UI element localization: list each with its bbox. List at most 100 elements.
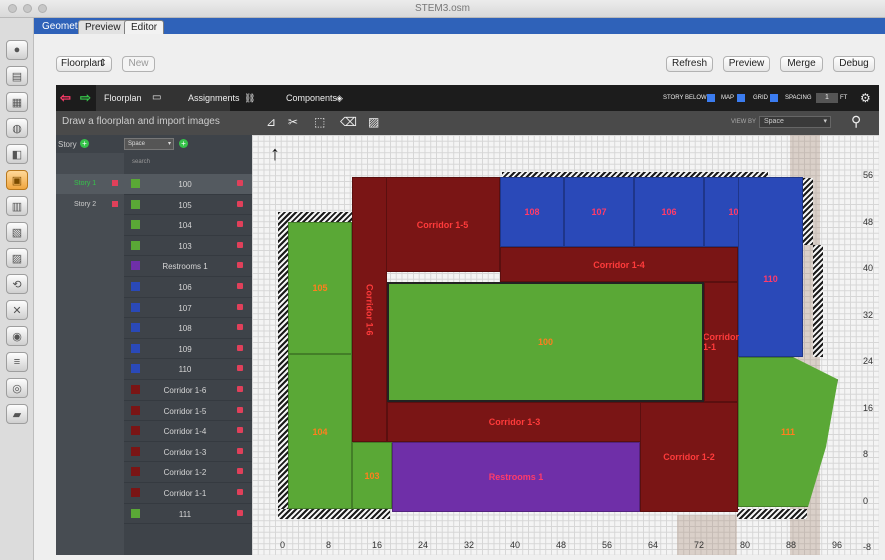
- space-restrooms-1[interactable]: Restrooms 1: [392, 442, 640, 512]
- loads-icon[interactable]: ◍: [6, 118, 28, 138]
- add-story-icon[interactable]: +: [80, 139, 89, 148]
- draw-rectangle-tool-icon[interactable]: ⊿: [266, 115, 276, 129]
- grid-checkbox[interactable]: [770, 94, 778, 102]
- delete-space-icon[interactable]: [237, 221, 243, 228]
- space-corridor-1-2[interactable]: Corridor 1-2: [640, 402, 738, 512]
- delete-space-icon[interactable]: [237, 262, 243, 269]
- space-list-item[interactable]: 109: [124, 339, 252, 360]
- space-list-item[interactable]: Corridor 1-6: [124, 380, 252, 401]
- delete-space-icon[interactable]: [237, 241, 243, 248]
- delete-space-icon[interactable]: [237, 180, 243, 186]
- geometry-icon[interactable]: ▣: [6, 170, 28, 190]
- space-list-item[interactable]: 106: [124, 277, 252, 298]
- add-space-icon[interactable]: +: [179, 139, 188, 148]
- space-list-item[interactable]: 103: [124, 236, 252, 257]
- merge-button[interactable]: Merge: [780, 56, 823, 72]
- hvac-systems-icon[interactable]: ⟲: [6, 274, 28, 294]
- spaces-icon[interactable]: ▧: [6, 222, 28, 242]
- space-list-item[interactable]: 100: [124, 174, 252, 195]
- delete-space-icon[interactable]: [237, 386, 243, 392]
- space-list-item[interactable]: Restrooms 1: [124, 256, 252, 277]
- space-106[interactable]: 106: [634, 177, 704, 247]
- debug-button[interactable]: Debug: [833, 56, 875, 72]
- space-corridor-1-3[interactable]: Corridor 1-3: [387, 402, 642, 442]
- space-list-item[interactable]: 111: [124, 504, 252, 525]
- delete-space-icon[interactable]: [237, 283, 243, 289]
- facility-icon[interactable]: ▥: [6, 196, 28, 216]
- delete-space-icon[interactable]: [237, 468, 243, 475]
- space-list-item[interactable]: 110: [124, 359, 252, 380]
- delete-space-icon[interactable]: [237, 406, 243, 413]
- space-types-icon[interactable]: ◧: [6, 144, 28, 164]
- space-105[interactable]: 105: [288, 222, 352, 354]
- x-tick-label: 64: [648, 540, 659, 550]
- delete-space-icon[interactable]: [237, 489, 243, 495]
- undo-arrow-icon[interactable]: ⇦: [60, 85, 71, 111]
- eraser-tool-icon[interactable]: ⌫: [340, 115, 357, 129]
- space-list-item[interactable]: Corridor 1-3: [124, 442, 252, 463]
- constructions-icon[interactable]: ▦: [6, 92, 28, 112]
- delete-space-icon[interactable]: [237, 200, 243, 207]
- settings-gear-icon[interactable]: ⚙: [860, 85, 871, 111]
- space-corridor-1-6[interactable]: Corridor 1-6: [352, 177, 387, 442]
- output-variables-icon[interactable]: ◉: [6, 326, 28, 346]
- floorplan-select[interactable]: Floorplan ⇕: [56, 56, 112, 72]
- simulation-settings-icon[interactable]: ≡: [6, 352, 28, 372]
- view-by-select[interactable]: Space ▾: [759, 116, 831, 128]
- space-list-item[interactable]: Corridor 1-5: [124, 401, 252, 422]
- floorplan-canvas[interactable]: ↑ Corridor 1-5 108 107 106 109 110 Corri…: [252, 135, 879, 555]
- space-select[interactable]: Space ▾: [124, 138, 174, 150]
- space-list-item[interactable]: 108: [124, 318, 252, 339]
- redo-arrow-icon[interactable]: ⇨: [80, 85, 91, 111]
- building-summary-icon[interactable]: ✕: [6, 300, 28, 320]
- space-corridor-1-5[interactable]: Corridor 1-5: [385, 177, 500, 272]
- space-list-item[interactable]: Corridor 1-4: [124, 421, 252, 442]
- delete-story-icon[interactable]: [112, 180, 118, 186]
- new-button[interactable]: New: [122, 56, 155, 72]
- delete-space-icon[interactable]: [237, 427, 243, 434]
- space-list-item[interactable]: 104: [124, 215, 252, 236]
- thermal-zones-icon[interactable]: ▨: [6, 248, 28, 268]
- refresh-button[interactable]: Refresh: [666, 56, 713, 72]
- space-corridor-1-1[interactable]: Corridor 1-1: [703, 282, 739, 402]
- space-list-item[interactable]: 107: [124, 298, 252, 319]
- results-icon[interactable]: ▰: [6, 404, 28, 424]
- space-list-item[interactable]: Corridor 1-2: [124, 462, 252, 483]
- story-row-active[interactable]: Story 1: [56, 174, 124, 194]
- delete-space-icon[interactable]: [237, 324, 243, 331]
- select-tool-icon[interactable]: ⬚: [314, 115, 325, 129]
- search-input[interactable]: search: [124, 155, 184, 169]
- delete-story-icon[interactable]: [112, 201, 118, 207]
- space-name: 100: [178, 180, 192, 189]
- space-list-item[interactable]: Corridor 1-1: [124, 483, 252, 504]
- space-corridor-1-4[interactable]: Corridor 1-4: [500, 247, 738, 282]
- assignments-crumb-label[interactable]: Assignments: [188, 85, 240, 111]
- delete-space-icon[interactable]: [237, 447, 243, 454]
- delete-space-icon[interactable]: [237, 365, 243, 372]
- delete-space-icon[interactable]: [237, 509, 243, 516]
- space-110[interactable]: 110: [738, 177, 803, 357]
- components-crumb-label[interactable]: Components: [286, 85, 337, 111]
- space-103[interactable]: 103: [352, 442, 392, 509]
- space-111[interactable]: 111: [738, 357, 838, 507]
- story-row[interactable]: Story 2: [56, 195, 124, 215]
- delete-space-icon[interactable]: [237, 344, 243, 351]
- import-image-tool-icon[interactable]: ▨: [368, 115, 379, 129]
- preview-button[interactable]: Preview: [723, 56, 770, 72]
- story-below-checkbox[interactable]: [707, 94, 715, 102]
- spacing-input[interactable]: 1: [816, 93, 838, 103]
- space-104[interactable]: 104: [288, 354, 352, 509]
- schedules-icon[interactable]: ▤: [6, 66, 28, 86]
- space-list-item[interactable]: 105: [124, 195, 252, 216]
- space-107[interactable]: 107: [564, 177, 634, 247]
- delete-space-icon[interactable]: [237, 303, 243, 310]
- space-108[interactable]: 108: [500, 177, 564, 247]
- measures-icon[interactable]: ◎: [6, 378, 28, 398]
- space-100[interactable]: 100: [387, 282, 704, 402]
- map-checkbox[interactable]: [737, 94, 745, 102]
- tab-editor[interactable]: Editor: [124, 20, 165, 34]
- site-icon[interactable]: ●: [6, 40, 28, 60]
- draw-polygon-tool-icon[interactable]: ✂: [288, 115, 298, 129]
- tab-preview[interactable]: Preview: [78, 20, 128, 34]
- zoom-search-icon[interactable]: ⚲: [851, 113, 861, 130]
